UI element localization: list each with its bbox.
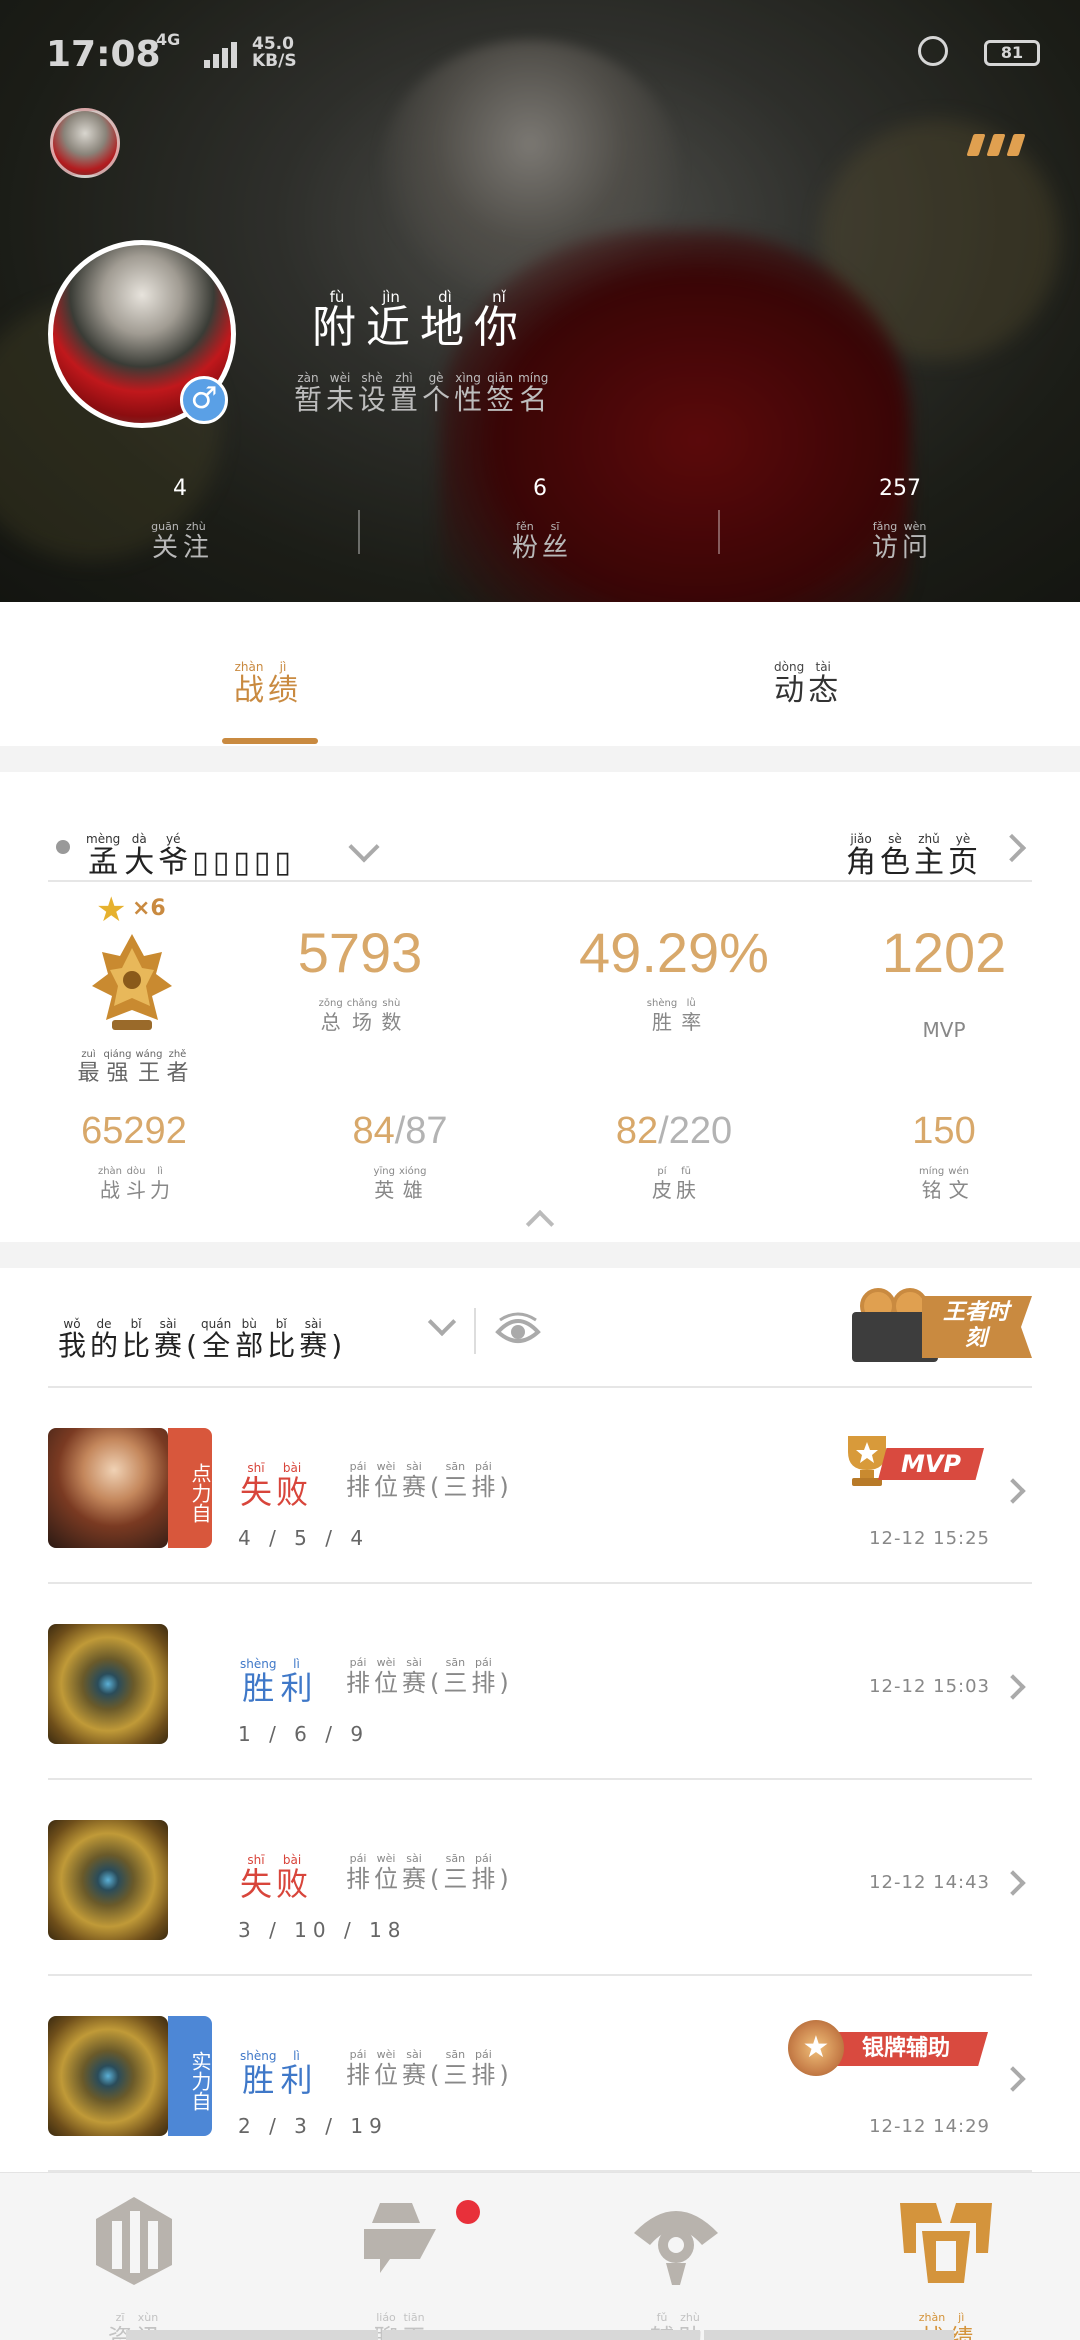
chevron-right-icon[interactable]	[1000, 1478, 1026, 1504]
match-row[interactable]: 实力自 shèng 胜 lì 利 pái 排 wèi 位 sài 赛 (sān 三 pái 排 ) 2 / …	[48, 1978, 1032, 2172]
match-time: 12-12 15:25	[869, 1528, 990, 1549]
hero-portrait	[48, 2016, 168, 2136]
nav-records[interactable]: zhàn战jì绩	[866, 2193, 1026, 2340]
match-time: 12-12 14:29	[869, 2116, 990, 2137]
profile-header: 17:08 4G 45.0 KB/S 81 ♂ fù 附 jìn 近 dì 地 nǐ 你 zàn…	[0, 0, 1080, 602]
rank-name: zuì 最 qiáng 强 wáng 王 zhě 者	[77, 1049, 189, 1086]
stat-power: 65292 zhàn 战 dòu 斗 lì 力	[81, 1110, 187, 1202]
match-list-header: wǒ 我 de 的 bǐ 比 sài 赛 (quán 全 bù 部 bǐ 比 sài 赛 ) 王者时刻	[48, 1268, 1032, 1388]
assist-icon	[634, 2211, 718, 2285]
menu-icon[interactable]	[966, 134, 1030, 158]
chevron-right-icon[interactable]	[1000, 2066, 1026, 2092]
tab-bar: zhàn 战 jì 绩 dòng 动 tài 态	[0, 602, 1080, 746]
king-moment-button[interactable]: 王者时刻	[852, 1288, 1032, 1364]
rank-multiplier: ×6	[132, 896, 166, 921]
stat-mvp: 1202 MVP	[881, 921, 1007, 1042]
match-time: 12-12 14:43	[869, 1872, 990, 1893]
network-speed: 45.0 KB/S	[252, 34, 297, 71]
nickname: fù 附 jìn 近 dì 地 nǐ 你	[312, 288, 524, 353]
news-icon	[96, 2197, 172, 2285]
stat-heroes[interactable]: 84/87 yīng 英 xióng 雄	[290, 1110, 510, 1201]
hero-portrait	[48, 1428, 168, 1548]
mvp-badge: MVP	[838, 1430, 988, 1490]
stat-fans[interactable]: 6 fěn 粉 sī 丝	[440, 476, 640, 563]
stat-following[interactable]: 4 guān 关 zhù 注	[80, 476, 280, 563]
stat-skins[interactable]: 82/220 pí 皮 fū 肤	[564, 1110, 784, 1201]
match-list-card: wǒ 我 de 的 bǐ 比 sài 赛 (quán 全 bù 部 bǐ 比 sài 赛 ) 王者时刻 点力…	[0, 1268, 1080, 2172]
match-mode: pái 排 wèi 位 sài 赛 (sān 三 pái 排 )	[346, 1852, 509, 1893]
match-result: shī 失 bài 败	[240, 1853, 309, 1903]
match-kda: 3 / 10 / 18	[238, 1918, 407, 1942]
chat-icon	[364, 2203, 436, 2273]
gender-male-icon: ♂	[180, 376, 228, 424]
network-type: 4G	[156, 30, 181, 49]
star-icon: ★	[96, 890, 127, 930]
status-bar: 17:08 4G 45.0 KB/S 81	[46, 30, 1040, 80]
match-mode: pái 排 wèi 位 sài 赛 (sān 三 pái 排 )	[346, 1460, 509, 1501]
performance-tag: 实力自	[168, 2016, 212, 2136]
match-kda: 2 / 3 / 19	[238, 2114, 388, 2138]
stat-visits[interactable]: 257 fǎng 访 wèn 问	[800, 476, 1000, 563]
role-homepage-link[interactable]: jiǎo 角 sè 色 zhǔ 主 yè 页	[844, 816, 980, 879]
tab-indicator	[222, 738, 318, 744]
rank-badge[interactable]: ★ ×6 zuì 最 qiáng 强 wáng 王 zhě 者	[74, 890, 189, 1086]
match-mode: pái 排 wèi 位 sài 赛 (sān 三 pái 排 )	[346, 1656, 509, 1697]
match-row[interactable]: shèng 胜 lì 利 pái 排 wèi 位 sài 赛 (sān 三 pái 排 ) 1 / 6 /…	[48, 1586, 1032, 1780]
battery-icon: 81	[984, 40, 1040, 66]
match-mode: pái 排 wèi 位 sài 赛 (sān 三 pái 排 )	[346, 2048, 509, 2089]
rotation-lock-icon	[918, 36, 948, 66]
tab-records[interactable]: zhàn 战 jì 绩	[232, 644, 300, 707]
silver-support-badge: 银牌辅助 ★	[788, 2018, 988, 2078]
stats-card: mèng 孟 dà 大 yé 爷 ▯ ▯ ▯ ▯ ▯ jiǎo 角 sè 色 zhǔ 主 yè 页 ★ …	[0, 772, 1080, 1242]
eye-icon[interactable]	[494, 1310, 542, 1350]
bottom-nav: zī资xùn讯 liáo聊tiān天 fǔ辅zhù助 zh	[0, 2172, 1080, 2340]
chevron-right-icon[interactable]	[997, 833, 1027, 863]
notification-dot	[456, 2200, 480, 2224]
stat-total-games: 5793 zǒng 总 chǎng 场 shù 数	[297, 921, 423, 1034]
small-avatar[interactable]	[50, 108, 120, 178]
match-result: shèng 胜 lì 利	[240, 2049, 313, 2099]
record-icon	[900, 2203, 992, 2283]
match-result: shī 失 bài 败	[240, 1461, 309, 1511]
match-time: 12-12 15:03	[869, 1676, 990, 1697]
role-row: mèng 孟 dà 大 yé 爷 ▯ ▯ ▯ ▯ ▯ jiǎo 角 sè 色 zhǔ 主 yè 页	[48, 796, 1032, 882]
match-kda: 4 / 5 / 4	[238, 1526, 370, 1550]
nav-news[interactable]: zī资xùn讯	[54, 2193, 214, 2340]
match-row[interactable]: 点力自 shī 失 bài 败 pái 排 wèi 位 sài 赛 (sān 三 pái 排 ) 4 / 5…	[48, 1390, 1032, 1584]
star-medal-icon: ★	[788, 2020, 844, 2076]
hero-portrait	[48, 1820, 168, 1940]
stat-win-rate: 49.29% shèng 胜 lǜ 率	[579, 921, 769, 1034]
chevron-down-icon[interactable]	[427, 1307, 457, 1337]
chevron-right-icon[interactable]	[1000, 1674, 1026, 1700]
hero-portrait	[48, 1624, 168, 1744]
online-dot	[56, 840, 70, 854]
tab-moments[interactable]: dòng 动 tài 态	[772, 644, 840, 707]
chevron-right-icon[interactable]	[1000, 1870, 1026, 1896]
status-time: 17:08	[46, 34, 161, 75]
crest-icon	[92, 934, 172, 1030]
app-root: 17:08 4G 45.0 KB/S 81 ♂ fù 附 jìn 近 dì 地 nǐ 你 zàn…	[0, 0, 1080, 2340]
match-kda: 1 / 6 / 9	[238, 1722, 370, 1746]
role-name[interactable]: mèng 孟 dà 大 yé 爷 ▯ ▯ ▯ ▯ ▯	[84, 816, 293, 879]
stat-inscriptions[interactable]: 150 míng 铭 wén 文	[834, 1110, 1054, 1201]
match-result: shèng 胜 lì 利	[240, 1657, 313, 1707]
chevron-up-icon[interactable]	[525, 1209, 555, 1239]
performance-tag: 点力自	[168, 1428, 212, 1548]
system-nav-bar	[126, 2330, 378, 2340]
signature: zàn 暂 wèi 未 shè 设 zhì 置 gè 个 xìng 性 qiān 签 míng 名	[294, 371, 549, 416]
chevron-down-icon[interactable]	[348, 831, 380, 863]
match-row[interactable]: shī 失 bài 败 pái 排 wèi 位 sài 赛 (sān 三 pái 排 ) 3 / 10 /…	[48, 1782, 1032, 1976]
match-filter[interactable]: wǒ 我 de 的 bǐ 比 sài 赛 (quán 全 bù 部 bǐ 比 sài 赛 )	[56, 1302, 344, 1362]
signal-icon	[204, 40, 244, 68]
nav-assist[interactable]: fǔ辅zhù助	[596, 2193, 756, 2340]
